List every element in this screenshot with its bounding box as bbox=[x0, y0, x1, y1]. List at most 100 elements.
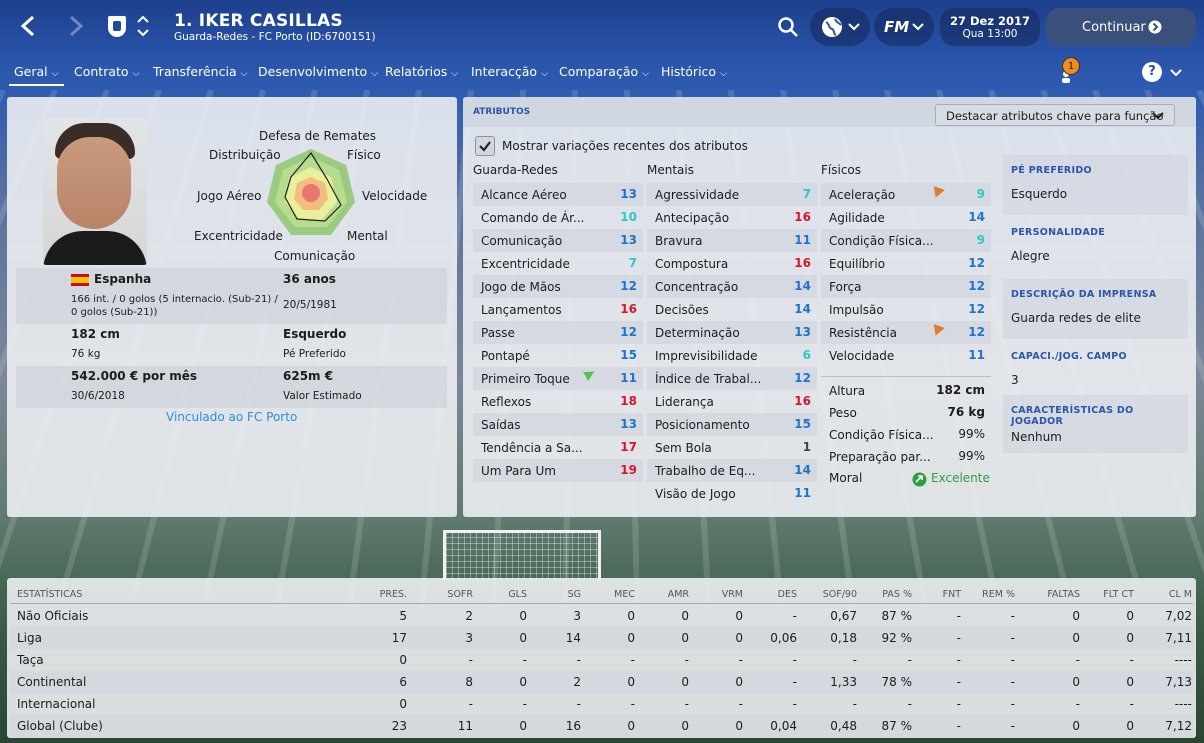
stats-column-header[interactable]: SG bbox=[521, 589, 581, 600]
attribute-row[interactable]: Posicionamento 15 bbox=[647, 413, 817, 436]
attribute-row[interactable]: Jogo de Mãos 12 bbox=[473, 275, 643, 298]
attribute-row[interactable]: Reflexos 18 bbox=[473, 390, 643, 413]
stats-cell: 14 bbox=[565, 631, 581, 645]
stats-column-header[interactable]: MEC bbox=[575, 589, 635, 600]
player-switch-icon[interactable] bbox=[136, 14, 150, 38]
chevron-down-icon[interactable] bbox=[1170, 68, 1182, 78]
stats-column-header[interactable]: FLT CT bbox=[1074, 589, 1134, 600]
club-crest-icon[interactable] bbox=[106, 14, 128, 39]
attribute-row[interactable]: Equilíbrio 12 bbox=[821, 252, 991, 275]
tab-contrato[interactable]: Contrato ⌵ bbox=[74, 64, 139, 79]
stats-row-label: Global (Clube) bbox=[17, 719, 103, 733]
stats-column-header[interactable]: FALTAS bbox=[1020, 589, 1080, 600]
stats-cell: 0,48 bbox=[830, 719, 857, 733]
stats-column-header[interactable]: DES bbox=[737, 589, 797, 600]
attribute-row[interactable]: Visão de Jogo 11 bbox=[647, 482, 817, 505]
attribute-row[interactable]: Compostura 16 bbox=[647, 252, 817, 275]
attribute-row[interactable]: Determinação 13 bbox=[647, 321, 817, 344]
attribute-row[interactable]: Pontapé 15 bbox=[473, 344, 643, 367]
chevron-down-icon: ⌵ bbox=[541, 69, 548, 79]
stats-column-header[interactable]: AMR bbox=[629, 589, 689, 600]
stats-column-header[interactable]: SOF/90 bbox=[797, 589, 857, 600]
show-changes-label[interactable]: Mostrar variações recentes dos atributos bbox=[502, 139, 748, 153]
stats-column-header[interactable]: REM % bbox=[955, 589, 1015, 600]
fm-menu-button[interactable]: FM bbox=[874, 8, 934, 46]
attribute-row[interactable]: Concentração 14 bbox=[647, 275, 817, 298]
attribute-row[interactable]: Antecipação 16 bbox=[647, 206, 817, 229]
tab-relatorios[interactable]: Relatórios ⌵ bbox=[385, 64, 458, 79]
stats-cell: 0 bbox=[627, 719, 635, 733]
chevron-down-icon: ⌵ bbox=[132, 69, 140, 79]
date-display[interactable]: 27 Dez 2017 Qua 13:00 bbox=[940, 8, 1040, 46]
attribute-row[interactable]: Bravura 11 bbox=[647, 229, 817, 252]
foot-value: Esquerdo bbox=[1011, 187, 1068, 201]
tab-interaccao[interactable]: Interacção ⌵ bbox=[471, 64, 548, 79]
morale-value[interactable]: Excelente bbox=[931, 471, 990, 485]
stats-column-header[interactable]: GLS bbox=[467, 589, 527, 600]
attribute-row[interactable]: Comunicação 13 bbox=[473, 229, 643, 252]
attribute-row[interactable]: Excentricidade 7 bbox=[473, 252, 643, 275]
stats-column-header[interactable]: VRM bbox=[683, 589, 743, 600]
estimated-value-label: Valor Estimado bbox=[283, 390, 362, 402]
attribute-row[interactable]: Resistência 12 bbox=[821, 321, 991, 344]
attribute-row[interactable]: Liderança 16 bbox=[647, 390, 817, 413]
attribute-row[interactable]: Imprevisibilidade 6 bbox=[647, 344, 817, 367]
stats-row[interactable]: Global (Clube) 23 11 0 16 0 0 0 0,04 0,48 87 % - -0 0… bbox=[10, 715, 1193, 737]
player-subtitle[interactable]: Guarda-Redes - FC Porto (ID:6700151) bbox=[174, 31, 376, 43]
attribute-row[interactable]: Velocidade 11 bbox=[821, 344, 991, 367]
radar-label-speed: Velocidade bbox=[362, 189, 428, 203]
attribute-row[interactable]: Passe 12 bbox=[473, 321, 643, 344]
tab-comparacao[interactable]: Comparação ⌵ bbox=[559, 64, 649, 79]
attribute-row[interactable]: Agressividade 7 bbox=[647, 183, 817, 206]
attribute-row[interactable]: Condição Física... 9 bbox=[821, 229, 991, 252]
attribute-row[interactable]: Decisões 14 bbox=[647, 298, 817, 321]
search-icon[interactable] bbox=[777, 16, 799, 38]
attribute-row[interactable]: Aceleração 9 bbox=[821, 183, 991, 206]
world-button[interactable] bbox=[810, 8, 870, 46]
stats-row[interactable]: Continental 6 8 0 2 0 0 0-1,33 78 % - -0 0 7,13 bbox=[10, 671, 1193, 693]
attribute-row[interactable]: Comando de Ár... 10 bbox=[473, 206, 643, 229]
notifications-button[interactable]: 1 bbox=[1058, 57, 1084, 89]
club-link[interactable]: Vinculado ao FC Porto bbox=[166, 410, 297, 424]
stats-column-header[interactable]: PRES. bbox=[347, 589, 407, 600]
tab-desenvolvimento[interactable]: Desenvolvimento ⌵ bbox=[258, 64, 378, 79]
attribute-row[interactable]: Um Para Um 19 bbox=[473, 459, 643, 482]
stats-cell: 0 bbox=[681, 609, 689, 623]
nationality[interactable]: Espanha bbox=[94, 272, 151, 286]
show-changes-checkbox[interactable] bbox=[475, 136, 495, 156]
attribute-value: 13 bbox=[794, 325, 811, 339]
stats-row[interactable]: Liga 17 3 0 14 0 0 0 0,06 0,18 92 % - -0 0 7,11 bbox=[10, 627, 1193, 649]
stats-row[interactable]: Taça 0- - - - - - - - - - - - - ---- bbox=[10, 649, 1193, 671]
tab-historico[interactable]: Histórico ⌵ bbox=[661, 64, 727, 79]
attribute-name: Índice de Trabal... bbox=[655, 372, 762, 386]
forward-arrow-icon[interactable] bbox=[66, 14, 86, 38]
attribute-row[interactable]: Trabalho de Eq... 14 bbox=[647, 459, 817, 482]
highlight-dropdown[interactable]: Destacar atributos chave para função bbox=[935, 104, 1175, 126]
stats-row-label: Taça bbox=[17, 653, 44, 667]
attribute-name: Imprevisibilidade bbox=[655, 349, 758, 363]
attribute-row[interactable]: Agilidade 14 bbox=[821, 206, 991, 229]
stats-row[interactable]: Não Oficiais 5 2 0 3 0 0 0-0,67 87 % - -0 0 7,02 bbox=[10, 605, 1193, 627]
tab-label: Relatórios bbox=[385, 64, 448, 79]
stats-row[interactable]: Internacional 0- - - - - - - - - - - - - ---- bbox=[10, 693, 1193, 715]
body-stat-value: 99% bbox=[958, 427, 985, 441]
tab-geral[interactable]: Geral ⌵ bbox=[14, 64, 58, 79]
help-icon[interactable]: ? bbox=[1142, 62, 1162, 82]
stats-column-header[interactable]: FNT bbox=[901, 589, 961, 600]
stats-column-header[interactable]: SOFR bbox=[413, 589, 473, 600]
attribute-row[interactable]: Saídas 13 bbox=[473, 413, 643, 436]
attribute-row[interactable]: Sem Bola 1 bbox=[647, 436, 817, 459]
attribute-row[interactable]: Índice de Trabal... 12 bbox=[647, 367, 817, 390]
attribute-row[interactable]: Impulsão 12 bbox=[821, 298, 991, 321]
continue-button[interactable]: Continuar bbox=[1046, 8, 1196, 46]
attribute-name: Compostura bbox=[655, 257, 729, 271]
attribute-row[interactable]: Tendência a Sa... 17 bbox=[473, 436, 643, 459]
attribute-name: Alcance Aéreo bbox=[481, 188, 567, 202]
attribute-row[interactable]: Lançamentos 16 bbox=[473, 298, 643, 321]
attribute-row[interactable]: Alcance Aéreo 13 bbox=[473, 183, 643, 206]
attribute-row[interactable]: Primeiro Toque 11 bbox=[473, 367, 643, 390]
attribute-row[interactable]: Força 12 bbox=[821, 275, 991, 298]
back-arrow-icon[interactable] bbox=[18, 14, 38, 38]
stats-column-header[interactable]: CL M bbox=[1132, 589, 1192, 600]
tab-transferencia[interactable]: Transferência ⌵ bbox=[153, 64, 247, 79]
